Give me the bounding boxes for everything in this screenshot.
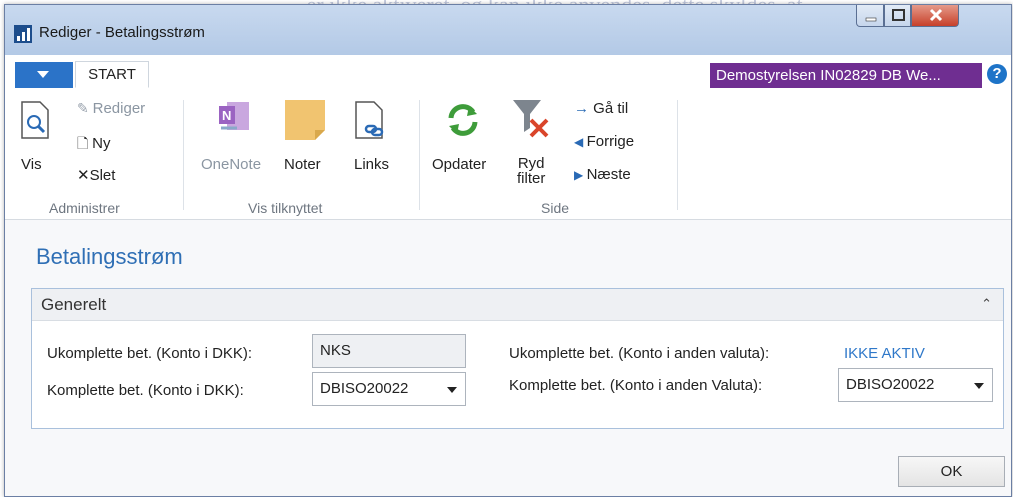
app-icon (14, 25, 32, 43)
ribbon-tabbar: START Demostyrelsen IN02829 DB We... ? (5, 55, 1011, 89)
ny-button[interactable]: 🗋 Ny (77, 133, 111, 157)
komplette-valuta-select[interactable]: DBISO20022 (838, 368, 993, 402)
arrow-right-icon: → (574, 100, 594, 117)
onenote-button[interactable]: OneNote (201, 156, 261, 173)
pencil-icon: ✎ (77, 100, 93, 116)
delete-x-icon: ✕ (77, 167, 90, 184)
ribbon-separator (677, 100, 678, 210)
gaa-til-button[interactable]: → Gå til (574, 100, 628, 117)
links-icon (355, 101, 384, 139)
group-administrer: Administrer (49, 200, 120, 216)
ukomplette-dkk-field[interactable]: NKS (312, 334, 466, 368)
generelt-title: Generelt (41, 295, 107, 314)
ryd-filter-button[interactable]: Ryd filter (517, 156, 545, 186)
notes-icon (285, 100, 325, 140)
clear-filter-icon (513, 100, 549, 138)
ukomplette-dkk-label: Ukomplette bet. (Konto i DKK): (47, 345, 253, 362)
next-icon: ▶ (574, 168, 587, 182)
komplette-dkk-label: Komplette bet. (Konto i DKK): (47, 382, 244, 399)
komplette-dkk-select[interactable]: DBISO20022 (312, 372, 466, 406)
ribbon-separator (183, 100, 184, 210)
group-vis-tilknyttet: Vis tilknyttet (248, 200, 323, 216)
chevron-down-icon (447, 387, 457, 393)
dialog-window: Rediger - Betalingsstrøm START Demostyre… (4, 4, 1012, 497)
ribbon: Vis ✎ Rediger 🗋 Ny ✕Slet Administrer N O… (5, 88, 1011, 220)
app-menu-button[interactable] (15, 62, 73, 88)
maximize-button[interactable] (884, 5, 911, 27)
noter-button[interactable]: Noter (284, 156, 321, 173)
tab-start[interactable]: START (75, 61, 149, 88)
minimize-icon (865, 17, 877, 22)
onenote-icon: N (219, 102, 249, 130)
opdater-button[interactable]: Opdater (432, 156, 486, 173)
komplette-valuta-label: Komplette bet. (Konto i anden Valuta): (509, 377, 763, 394)
links-button[interactable]: Links (354, 156, 389, 173)
ok-button[interactable]: OK (898, 456, 1005, 487)
ukomplette-valuta-link[interactable]: IKKE AKTIV (844, 345, 925, 362)
chevron-down-icon (974, 383, 984, 389)
window-title: Rediger - Betalingsstrøm (39, 24, 205, 41)
view-document-icon (21, 101, 49, 139)
help-icon[interactable]: ? (987, 64, 1007, 84)
page-title: Betalingsstrøm (36, 244, 183, 269)
generelt-panel: Generelt ⌃ Ukomplette bet. (Konto i DKK)… (31, 288, 1004, 429)
rediger-button[interactable]: ✎ Rediger (77, 100, 145, 117)
ukomplette-valuta-label: Ukomplette bet. (Konto i anden valuta): (509, 345, 770, 362)
new-document-icon: 🗋 (77, 135, 93, 151)
chevron-down-icon (37, 71, 49, 78)
maximize-icon (892, 9, 905, 21)
close-button[interactable] (911, 5, 959, 27)
svg-text:N: N (222, 108, 231, 123)
group-side: Side (541, 200, 570, 216)
generelt-header[interactable]: Generelt ⌃ (32, 289, 1003, 321)
company-badge[interactable]: Demostyrelsen IN02829 DB We... (710, 63, 982, 88)
minimize-button[interactable] (856, 5, 884, 27)
slet-button[interactable]: ✕Slet (77, 166, 115, 184)
naeste-button[interactable]: ▶ Næste (574, 166, 631, 183)
forrige-button[interactable]: ◀ Forrige (574, 133, 634, 150)
vis-button[interactable]: Vis (21, 156, 42, 173)
ribbon-separator (419, 100, 420, 210)
previous-icon: ◀ (574, 135, 587, 149)
refresh-icon (448, 104, 478, 136)
close-icon (929, 8, 943, 22)
title-bar: Rediger - Betalingsstrøm (5, 5, 1011, 55)
collapse-icon[interactable]: ⌃ (981, 296, 992, 312)
